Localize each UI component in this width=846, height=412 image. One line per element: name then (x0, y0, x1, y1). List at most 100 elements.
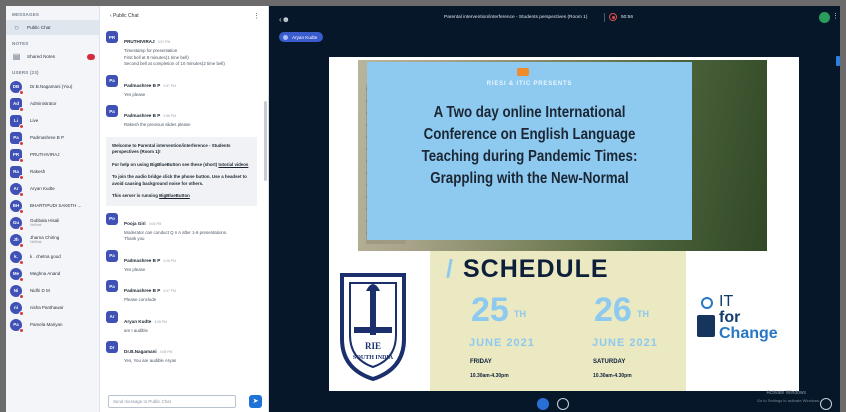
message-sender: Aryan Kudte (124, 318, 152, 324)
status-dot (19, 123, 24, 129)
user-list-item[interactable]: k. k . chetna goud (6, 248, 99, 265)
it-for-change-logo: IT for Change (697, 291, 797, 351)
chat-icon: ○ (14, 23, 19, 32)
user-list-item[interactable]: Ad Administrator (6, 95, 99, 112)
presents-text: RIESI & ITIC PRESENTS (486, 81, 573, 87)
user-list-item[interactable]: Gu Gubbala Hisali Ne5mk (6, 214, 99, 231)
user-list-item[interactable]: Me Meghna Anand (6, 265, 99, 282)
avatar: Ar (10, 182, 24, 197)
conference-banner: RIESI & ITIC PRESENTS A Two day online I… (367, 62, 692, 240)
messages-heading: MESSAGES (12, 12, 40, 17)
status-dot (19, 293, 24, 299)
heading-line: Conference on English Language (423, 126, 636, 143)
user-list-item[interactable]: Pa Pamela Mariyan (6, 316, 99, 333)
user-list-item[interactable]: Pa Padmashree B P (6, 129, 99, 146)
mic-icon (283, 34, 288, 40)
user-name: Dr.B.Nagamani (You) (30, 83, 73, 89)
meeting-app: MESSAGES ○ Public Chat NOTES ▤ Shared No… (6, 6, 840, 412)
day1-suffix: TH (514, 309, 526, 319)
user-list-item[interactable]: Ra Rakesh (6, 163, 99, 180)
public-chat-item[interactable]: ○ Public Chat (6, 20, 99, 35)
message-text: Yes, You are audible Aryan (124, 358, 177, 363)
presentation-slide: RIESI & ITIC PRESENTS A Two day online I… (329, 57, 799, 391)
tutorial-videos-link[interactable]: tutorial videos (218, 162, 248, 167)
audio-button[interactable] (537, 398, 549, 410)
user-list-item[interactable]: DB Dr.B.Nagamani (You) (6, 78, 99, 95)
avatar: Li (10, 114, 24, 129)
day1-number: 25 (471, 291, 509, 329)
users-heading: USERS (23) (12, 70, 39, 75)
screen-share-button[interactable] (820, 398, 832, 410)
avatar: Ad (10, 97, 24, 112)
user-list-item[interactable]: ni nisha Panthawar (6, 299, 99, 316)
chat-message: Pa Padmashree B P 3:57 PM Yes please (100, 72, 263, 103)
message-text: Yes please (124, 266, 146, 272)
chat-message: Ar Aryan Kudte 4:08 PM am I audible (100, 308, 263, 339)
user-name: Aryan Kudte (30, 185, 55, 191)
avatar: Pa (10, 318, 24, 333)
message-text: am I audible (124, 327, 148, 333)
user-name: BHARTIPUDI SAKETH ... (30, 202, 82, 208)
avatar-initials: Po (109, 216, 115, 221)
camera-button[interactable] (557, 398, 569, 410)
avatar-initials: Pa (109, 78, 115, 83)
welcome-title: Welcome to Parental intervention/interfe… (112, 142, 231, 155)
user-list-item[interactable]: PR PRUTHIVIRAJ (6, 146, 99, 163)
day1-time: 10.30am-4.30pm (470, 373, 509, 379)
status-dot (19, 310, 24, 316)
chat-scrollbar[interactable] (264, 101, 267, 181)
user-subtitle: Ne5mk (30, 223, 42, 228)
presentation-toolbar-tab[interactable] (836, 56, 840, 66)
heading-line: Teaching during Pandemic Times: (421, 148, 638, 165)
message-time: 4:06 PM (163, 258, 176, 263)
avatar-initials: Jh (13, 237, 19, 242)
message-sender: Dr.B.Nagamani (124, 349, 157, 354)
chat-message-input[interactable]: Send message to Public Chat (108, 395, 236, 408)
avatar: Ni (10, 284, 24, 299)
user-list-item[interactable]: Ar Aryan Kudte (6, 180, 99, 197)
avatar-initials: Ni (13, 288, 19, 293)
avatar-initials: k. (14, 254, 18, 259)
message-sender: Padmashree B P (124, 82, 161, 88)
user-list-item[interactable]: Li Live (6, 112, 99, 129)
user-list-item[interactable]: Ni Nidhi D M (6, 282, 99, 299)
day2-time: 10.30am-4.30pm (593, 373, 632, 379)
notes-heading: NOTES (12, 41, 29, 46)
user-list-item[interactable]: BH BHARTIPUDI SAKETH ... (6, 197, 99, 214)
send-button[interactable]: ➤ (249, 395, 262, 408)
day2-month: JUNE 2021 (592, 337, 658, 349)
avatar: Pa (106, 74, 118, 87)
talking-indicator[interactable]: Aryan Kudte (279, 32, 324, 42)
toggle-users-icon[interactable]: ‹☻ (279, 15, 290, 24)
shared-notes-item[interactable]: ▤ Shared Notes (6, 49, 99, 64)
bigbluebutton-link[interactable]: BigBlueButton (159, 193, 190, 198)
day1-month: JUNE 2021 (469, 337, 535, 349)
connection-status-icon[interactable] (819, 12, 830, 23)
status-dot (19, 259, 24, 265)
message-text: Second bell at completion of 10 minutes(… (124, 61, 225, 66)
chat-message: Pa Padmashree B P 4:07 PM Please conclude (100, 277, 263, 308)
user-name: Administrator (30, 100, 57, 106)
avatar: Pa (10, 131, 24, 146)
avatar-initials: DB (12, 84, 20, 89)
chat-options-icon[interactable]: ⋮ (253, 12, 260, 20)
status-dot (19, 327, 24, 333)
rie-emblem-icon: RIE SOUTH INDIA (340, 273, 406, 382)
options-menu-icon[interactable]: ⋮ (832, 12, 839, 20)
message-time: 3:57 PM (157, 40, 171, 44)
riesi-logo-icon (517, 68, 529, 76)
message-time: 4:08 PM (154, 319, 167, 324)
send-arrow-icon: ➤ (252, 398, 259, 405)
day1-weekday: FRIDAY (470, 359, 492, 365)
avatar-initials: BH (12, 203, 20, 208)
status-dot (19, 106, 24, 112)
user-list-item[interactable]: Jh Jharna Chiring Ne5mk (6, 231, 99, 248)
user-name: Rakesh (30, 168, 46, 174)
message-sender: Padmashree B P (124, 257, 161, 263)
talking-name: Aryan Kudte (292, 34, 318, 40)
chat-header[interactable]: ‹ Public Chat ⋮ (100, 6, 268, 26)
record-icon[interactable] (609, 13, 617, 21)
day2-suffix: TH (637, 309, 649, 319)
message-time: 4:08 PM (159, 350, 173, 354)
avatar-initials: PR (12, 152, 20, 157)
